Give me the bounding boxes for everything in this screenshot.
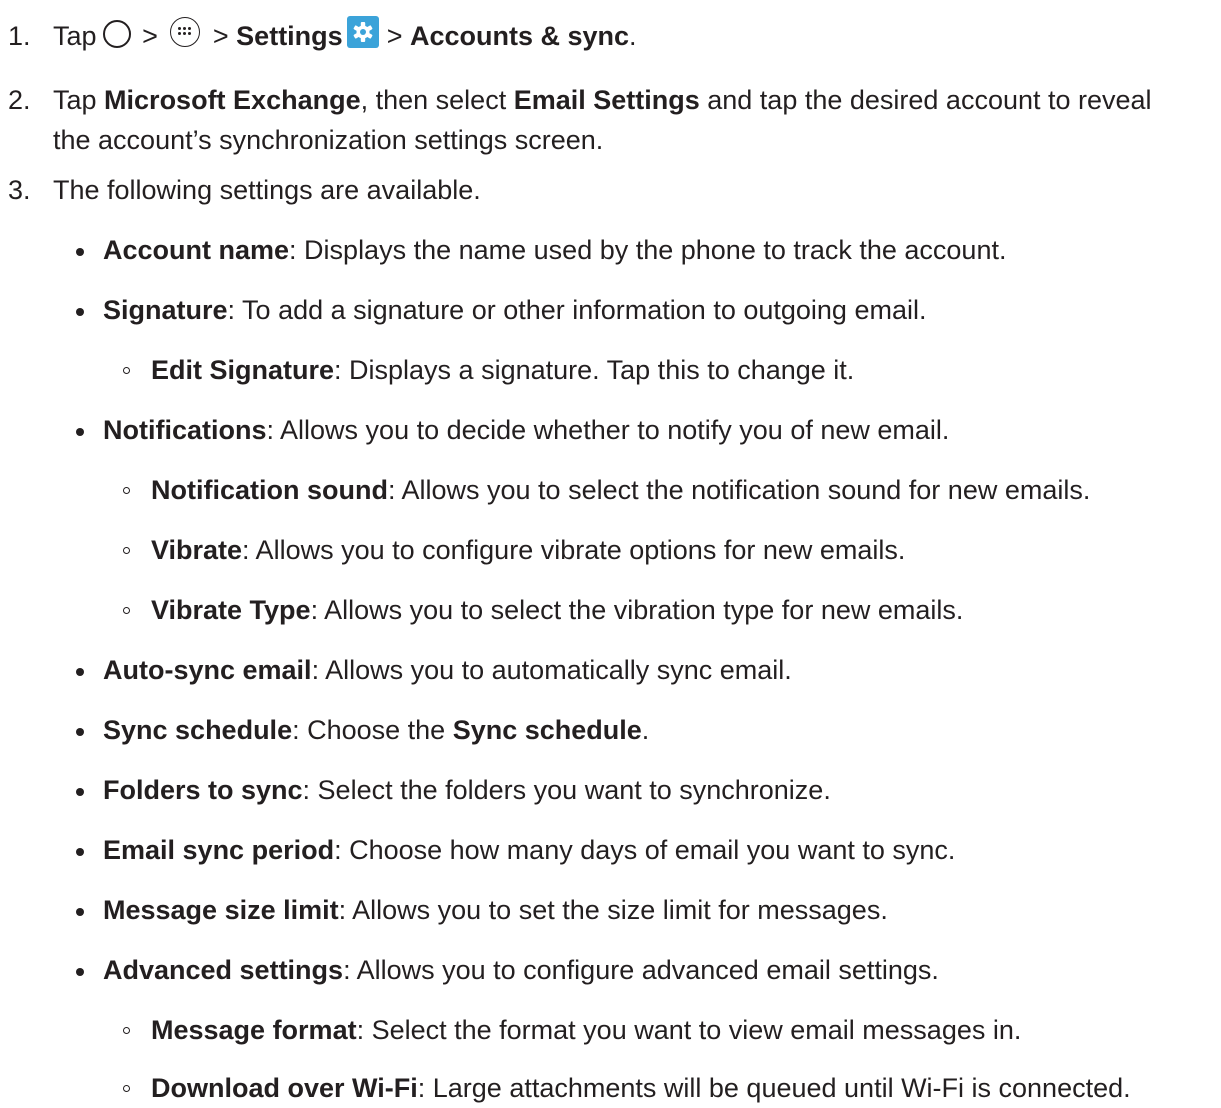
period: . [629, 21, 637, 51]
setting-description: : Select the format you want to view ema… [356, 1015, 1022, 1045]
step-text: The following settings are available. [53, 175, 481, 205]
bullet-icon [76, 668, 84, 676]
setting-name: Notifications [103, 415, 267, 445]
step-2-mid: , then select [360, 85, 514, 115]
setting-description: : Allows you to select the vibration typ… [310, 595, 964, 625]
list-item: Message format: Select the format you wa… [151, 1010, 1021, 1050]
list-item: Vibrate: Allows you to configure vibrate… [151, 530, 905, 570]
sub-bullet-icon [123, 487, 130, 494]
setting-name: Sync schedule [103, 715, 293, 745]
step-3: 3. The following settings are available. [8, 170, 1215, 210]
separator: > [142, 21, 158, 51]
step-2-line1-end: and tap the desired account to reveal [699, 85, 1152, 115]
setting-description: : Displays a signature. Tap this to chan… [334, 355, 855, 385]
list-item: Sync schedule: Choose the Sync schedule. [103, 710, 649, 750]
setting-name: Signature [103, 295, 228, 325]
setting-name: Download over Wi-Fi [151, 1073, 418, 1103]
step-number: 3. [8, 175, 31, 205]
setting-name: Auto-sync email [103, 655, 312, 685]
setting-description: : Allows you to select the notification … [387, 475, 1091, 505]
step-1-tap: Tap [53, 21, 97, 51]
list-item: Download over Wi-Fi: Large attachments w… [151, 1068, 1131, 1108]
step-2: 2. Tap Microsoft Exchange, then select E… [8, 80, 1215, 160]
setting-description: : Select the folders you want to synchro… [302, 775, 831, 805]
setting-description: : Choose the [292, 715, 453, 745]
setting-description: : Allows you to configure vibrate option… [242, 535, 906, 565]
sub-bullet-icon [123, 1027, 130, 1034]
separator: > [212, 21, 229, 51]
list-item: Advanced settings: Allows you to configu… [103, 950, 939, 990]
apps-icon [170, 16, 201, 47]
setting-description: : Allows you to set the size limit for m… [338, 895, 888, 925]
list-item: Message size limit: Allows you to set th… [103, 890, 888, 930]
setting-name: Advanced settings [103, 955, 344, 985]
email-settings-label: Email Settings [513, 85, 700, 115]
sub-bullet-icon [123, 1085, 130, 1092]
step-text: Tap Microsoft Exchange, then select Emai… [53, 80, 1215, 160]
step-1: 1. Tap > > Settings > Accounts & sync. [8, 15, 1215, 56]
list-item: Email sync period: Choose how many days … [103, 830, 955, 870]
list-item: Auto-sync email: Allows you to automatic… [103, 650, 792, 690]
bullet-icon [76, 968, 84, 976]
bullet-icon [76, 848, 84, 856]
bullet-icon [76, 248, 84, 256]
settings-icon [346, 15, 379, 48]
step-2-line2: the account’s synchronization settings s… [53, 125, 604, 155]
setting-name: Edit Signature [151, 355, 335, 385]
setting-name: Notification sound [151, 475, 388, 505]
sub-bullet-icon [123, 547, 130, 554]
list-item: Account name: Displays the name used by … [103, 230, 1006, 270]
setting-name: Message format [151, 1015, 357, 1045]
setting-name-inline: Sync schedule [452, 715, 642, 745]
setting-description-end: . [641, 715, 650, 745]
microsoft-exchange-label: Microsoft Exchange [104, 85, 361, 115]
step-number: 2. [8, 85, 31, 115]
list-item: Vibrate Type: Allows you to select the v… [151, 590, 963, 630]
document-page: 1. Tap > > Settings > Accounts & sync. 2… [0, 0, 1221, 1103]
home-icon [102, 19, 131, 48]
setting-name: Email sync period [103, 835, 335, 865]
bullet-icon [76, 908, 84, 916]
list-item: Signature: To add a signature or other i… [103, 290, 926, 330]
setting-description: : Allows you to decide whether to notify… [266, 415, 950, 445]
bullet-icon [76, 428, 84, 436]
list-item: Edit Signature: Displays a signature. Ta… [151, 350, 854, 390]
step-text: Tap > > Settings > Accounts & sync. [53, 15, 1215, 56]
bullet-icon [76, 308, 84, 316]
step-2-pre: Tap [53, 85, 105, 115]
settings-label: Settings [236, 21, 343, 51]
setting-name: Vibrate Type [151, 595, 311, 625]
sub-bullet-icon [123, 367, 130, 374]
setting-name: Account name [103, 235, 290, 265]
step-number: 1. [8, 21, 31, 51]
setting-name: Vibrate [151, 535, 243, 565]
setting-description: : Displays the name used by the phone to… [289, 235, 1007, 265]
bullet-icon [76, 728, 84, 736]
setting-name: Folders to sync [103, 775, 303, 805]
setting-description: : To add a signature or other informatio… [227, 295, 927, 325]
setting-description: : Allows you to automatically sync email… [311, 655, 792, 685]
separator: > [386, 21, 403, 51]
bullet-icon [76, 788, 84, 796]
setting-description: : Large attachments will be queued until… [417, 1073, 1131, 1103]
sub-bullet-icon [123, 607, 130, 614]
list-item: Notification sound: Allows you to select… [151, 470, 1090, 510]
list-item: Notifications: Allows you to decide whet… [103, 410, 949, 450]
accounts-sync-label: Accounts & sync [409, 21, 630, 51]
setting-name: Message size limit [103, 895, 339, 925]
setting-description: : Choose how many days of email you want… [334, 835, 956, 865]
setting-description: : Allows you to configure advanced email… [343, 955, 939, 985]
list-item: Folders to sync: Select the folders you … [103, 770, 831, 810]
